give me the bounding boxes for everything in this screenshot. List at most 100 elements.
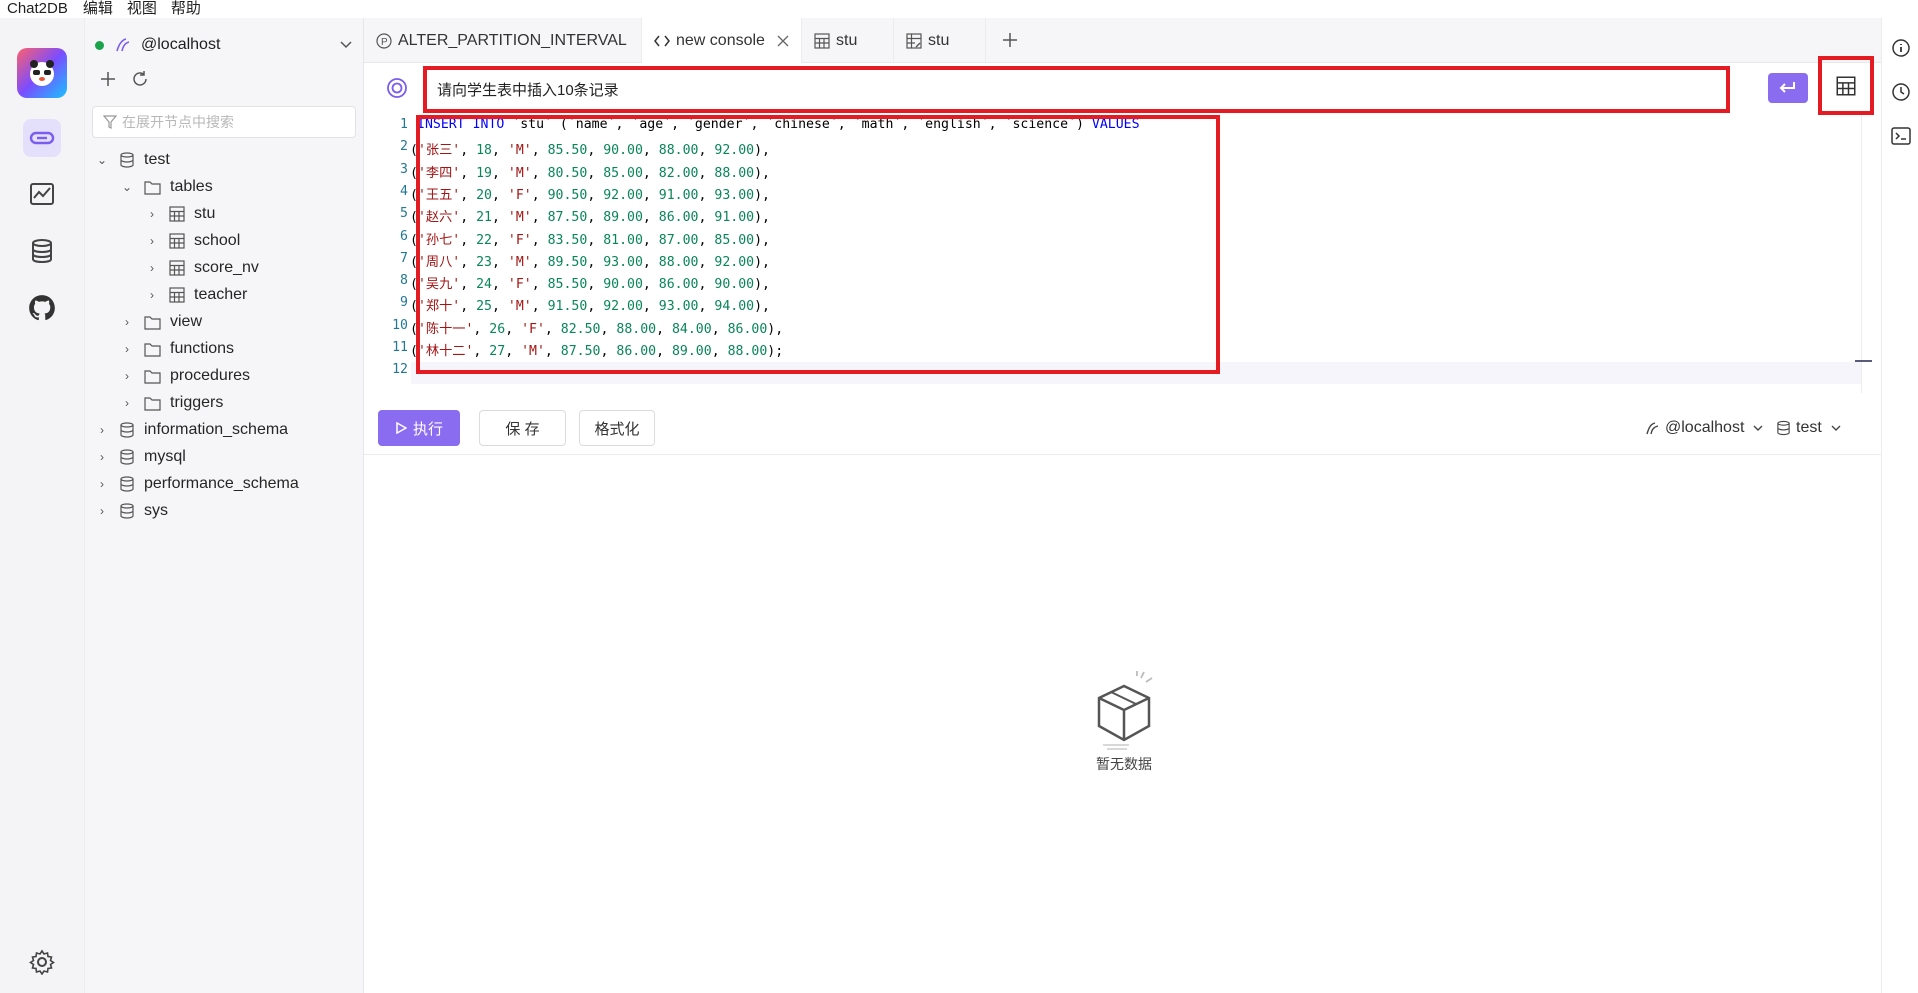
search-placeholder: 在展开节点中搜索 [122, 114, 234, 130]
tree-table-teacher[interactable]: › teacher [145, 280, 247, 310]
tree-db-mysql[interactable]: › mysql [95, 442, 186, 472]
filter-icon [103, 115, 117, 129]
connection-select[interactable]: @localhost [1644, 413, 1764, 443]
gear-icon [29, 949, 55, 975]
dashboard-nav[interactable] [23, 175, 61, 213]
menu-app[interactable]: Chat2DB [7, 0, 68, 18]
send-prompt-button[interactable] [1768, 73, 1808, 103]
tree-label: school [194, 232, 241, 249]
chevron-right-icon: › [150, 261, 154, 275]
tab-stu-edit[interactable]: stu [894, 18, 986, 63]
ai-prompt-bar: 请向学生表中插入10条记录 [364, 56, 1881, 115]
format-button[interactable]: 格式化 [579, 410, 655, 446]
results-panel: 暂无数据 [364, 455, 1881, 993]
mysql-icon [116, 38, 130, 52]
tree-label: performance_schema [144, 475, 299, 492]
chevron-right-icon: › [150, 234, 154, 248]
connection-name: @localhost [141, 36, 221, 53]
database-icon [32, 239, 52, 264]
folder-icon [144, 315, 161, 330]
tree-db-performance-schema[interactable]: › performance_schema [95, 469, 299, 499]
history-icon[interactable] [1891, 82, 1911, 106]
line-number: 3 [400, 161, 408, 177]
tree-db-sys[interactable]: › sys [95, 496, 168, 526]
play-icon [396, 422, 407, 434]
tab-label: new console [676, 31, 765, 49]
tree-label: test [144, 151, 170, 168]
folder-icon [144, 396, 161, 411]
empty-state: 暂无数据 [1084, 670, 1164, 774]
save-button[interactable]: 保 存 [479, 410, 566, 446]
menu-help[interactable]: 帮助 [171, 0, 201, 18]
connected-status-dot [95, 40, 104, 50]
database-nav[interactable] [23, 232, 61, 270]
tree-db-information-schema[interactable]: › information_schema [95, 415, 288, 445]
tab-stu-data[interactable]: stu [802, 18, 894, 63]
tree-table-school[interactable]: › school [145, 226, 240, 256]
database-icon [1777, 420, 1790, 436]
folder-icon [144, 369, 161, 384]
tree-folder-triggers[interactable]: › triggers [120, 388, 223, 418]
info-icon[interactable] [1891, 38, 1911, 62]
tree-label: score_nv [194, 259, 259, 276]
database-select[interactable]: test [1776, 413, 1842, 443]
chevron-right-icon: › [100, 423, 104, 437]
tree-label: mysql [144, 448, 186, 465]
close-icon[interactable] [777, 35, 789, 47]
chevron-right-icon: › [125, 315, 129, 329]
tab-alter-partition-interval[interactable]: P ALTER_PARTITION_INTERVAL [364, 18, 642, 63]
tab-bar: P ALTER_PARTITION_INTERVAL new console s… [364, 18, 1881, 63]
chevron-right-icon: › [100, 477, 104, 491]
table-icon [1836, 76, 1856, 95]
database-icon [119, 422, 135, 438]
table-icon [169, 260, 185, 276]
connections-nav[interactable] [23, 119, 61, 157]
tree-db-test[interactable]: ⌄ test [95, 145, 170, 175]
line-number: 12 [392, 362, 408, 378]
add-icon[interactable] [99, 70, 117, 88]
tree-folder-view[interactable]: › view [120, 307, 202, 337]
empty-text: 暂无数据 [1096, 756, 1152, 772]
add-tab-button[interactable] [1000, 30, 1020, 50]
scroll-position-marker [1855, 360, 1872, 362]
settings-nav[interactable] [23, 943, 61, 981]
chevron-down-icon [339, 37, 353, 54]
menu-edit[interactable]: 编辑 [83, 0, 113, 18]
tree-folder-functions[interactable]: › functions [120, 334, 234, 364]
github-nav[interactable] [23, 289, 61, 327]
ai-prompt-input[interactable]: 请向学生表中插入10条记录 [423, 66, 1730, 113]
run-button[interactable]: 执行 [378, 410, 460, 446]
chevron-right-icon: › [125, 369, 129, 383]
tree-folder-tables[interactable]: ⌄ tables [120, 172, 213, 202]
line-number: 7 [400, 250, 408, 266]
refresh-icon[interactable] [131, 70, 149, 88]
procedure-icon: P [376, 32, 392, 49]
plus-icon [1003, 33, 1017, 47]
sql-editor[interactable]: 1 2 3 4 5 6 7 8 9 10 11 12 INSERT INTO `stu` (`name… [364, 115, 1881, 393]
database-icon [119, 449, 135, 465]
generated-sql-highlight-box [416, 115, 1220, 374]
panda-logo-icon [30, 60, 54, 86]
tab-label: stu [928, 31, 950, 49]
tree-table-score-nv[interactable]: › score_nv [145, 253, 259, 283]
tree-folder-procedures[interactable]: › procedures [120, 361, 250, 391]
chevron-right-icon: › [150, 288, 154, 302]
database-icon [119, 476, 135, 492]
tree-label: triggers [170, 394, 224, 411]
tree-search-input[interactable]: 在展开节点中搜索 [92, 106, 356, 138]
chart-icon [30, 183, 54, 205]
tab-new-console[interactable]: new console [642, 18, 802, 63]
chevron-right-icon: › [100, 504, 104, 518]
connection-selector[interactable]: @localhost [95, 32, 353, 58]
line-number: 1 [400, 117, 408, 132]
terminal-icon[interactable] [1891, 127, 1911, 149]
select-tables-button[interactable] [1818, 56, 1874, 115]
line-number: 9 [400, 295, 408, 311]
folder-icon [144, 180, 161, 195]
database-icon [119, 503, 135, 519]
enter-icon [1779, 82, 1795, 93]
tree-table-stu[interactable]: › stu [145, 199, 215, 229]
menu-bar: Chat2DB 编辑 视图 帮助 [0, 0, 1918, 18]
menu-view[interactable]: 视图 [127, 0, 157, 18]
editor-scrollbar[interactable] [1861, 115, 1862, 393]
